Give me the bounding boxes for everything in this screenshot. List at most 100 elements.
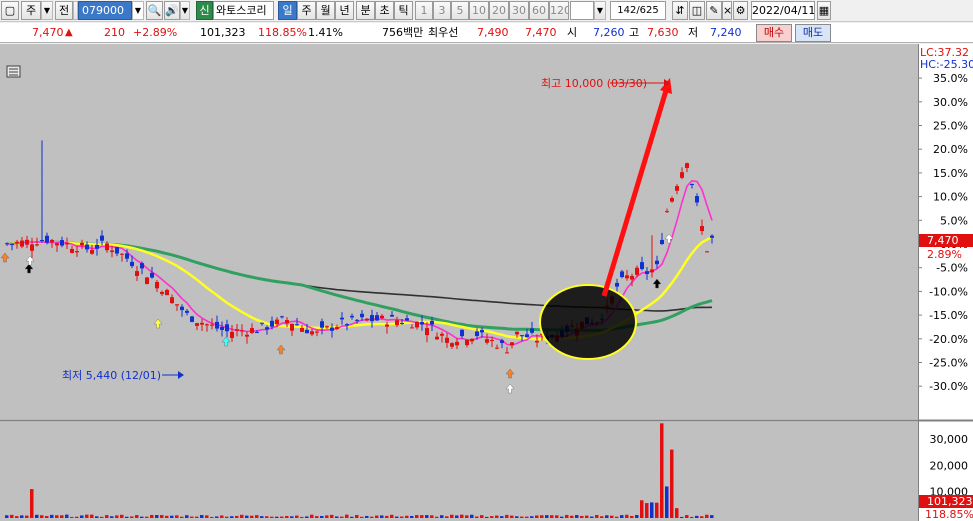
speaker-icon[interactable]: 🔊 (164, 1, 180, 20)
candle-body (305, 329, 309, 334)
period-week[interactable]: 주 (297, 1, 316, 20)
volume-bar (685, 515, 689, 518)
search-icon[interactable]: 🔍 (146, 1, 163, 20)
chevron-down-icon[interactable]: ▼ (41, 1, 53, 20)
volume-bar (695, 515, 699, 518)
volume-bar (605, 515, 609, 518)
stock-name-field[interactable]: 와토스코리 (213, 1, 274, 20)
volume-bar (520, 516, 524, 518)
chart-type-select[interactable]: 주 (21, 1, 41, 20)
volume-bar (430, 515, 434, 518)
candle-body (195, 323, 199, 326)
date-input[interactable]: 2022/04/11 (751, 1, 815, 20)
volume-plot-area[interactable] (0, 422, 918, 521)
volume-bar (445, 516, 449, 518)
volume-bar (190, 516, 194, 518)
candle-body (510, 342, 514, 346)
stock-code-input[interactable]: 079000 (78, 1, 132, 20)
interval-3[interactable]: 3 (433, 1, 451, 20)
volume-bar (675, 508, 679, 518)
period-second[interactable]: 초 (375, 1, 394, 20)
volume-bar (405, 515, 409, 518)
volume-bar (380, 515, 384, 518)
candle-body (290, 323, 294, 331)
candle-body (110, 250, 114, 253)
candle-body (130, 261, 134, 267)
indicator-settings-icon[interactable] (6, 65, 21, 78)
price-axis-label: -20.0% (929, 333, 968, 346)
volume-bar (145, 516, 149, 518)
volume-bar (400, 516, 404, 518)
volume-ratio: 118.85% (258, 26, 307, 39)
price-chart[interactable]: 35.0%30.0%25.0%20.0%15.0%10.0%5.0%0.0%-5… (0, 44, 973, 521)
volume-bar (120, 514, 124, 518)
price-axis-label: -25.0% (929, 357, 968, 370)
volume-bar (700, 516, 704, 518)
volume-bar (490, 516, 494, 518)
candle-body (100, 235, 104, 241)
turnover-pct: 1.41% (308, 26, 343, 39)
volume-bar (70, 516, 74, 518)
candle-body (280, 316, 284, 318)
interval-120[interactable]: 120 (549, 1, 569, 20)
compare-icon[interactable]: ⇵ (672, 1, 688, 20)
current-pct-tag: 2.89% (927, 248, 962, 261)
gear-icon[interactable]: ⚙ (733, 1, 748, 20)
interval-20[interactable]: 20 (489, 1, 509, 20)
candle-body (225, 324, 229, 332)
draw-icon[interactable]: ✎ (706, 1, 722, 20)
candle-body (435, 336, 439, 340)
period-year[interactable]: 년 (335, 1, 354, 20)
chevron-down-icon[interactable]: ▼ (594, 1, 606, 20)
period-tick[interactable]: 틱 (394, 1, 413, 20)
candle-body (210, 324, 214, 326)
candle-body (240, 330, 244, 332)
period-day[interactable]: 일 (278, 1, 297, 20)
chevron-down-icon[interactable]: ▼ (180, 1, 190, 20)
candle-body (445, 337, 449, 343)
period-minute[interactable]: 분 (356, 1, 375, 20)
interval-5[interactable]: 5 (451, 1, 469, 20)
low-annotation: 최저 5,440 (12/01) (62, 369, 162, 382)
candle-body (35, 244, 39, 246)
zoom-icon[interactable]: ◫ (689, 1, 705, 20)
candle-body (650, 269, 654, 273)
volume-bar (525, 516, 529, 518)
screen-icon[interactable]: ▢ (1, 1, 19, 20)
clear-icon[interactable]: ⨯ (722, 1, 732, 20)
volume-bar (345, 514, 349, 518)
volume-axis-label: 20,000 (930, 459, 969, 472)
trade-amount: 756백만 (382, 26, 424, 39)
high-price: 7,630 (647, 26, 679, 39)
volume-bar (50, 514, 54, 518)
buy-button[interactable]: 매수 (756, 24, 792, 42)
candle-body (425, 328, 429, 336)
candle-body (25, 239, 29, 245)
chart-panel[interactable]: 35.0%30.0%25.0%20.0%15.0%10.0%5.0%0.0%-5… (0, 44, 973, 521)
volume-bar (180, 516, 184, 518)
sell-button[interactable]: 매도 (795, 24, 831, 42)
volume-bar (245, 515, 249, 518)
volume-bar (40, 515, 44, 518)
interval-1[interactable]: 1 (415, 1, 433, 20)
candle-body (670, 198, 674, 202)
candle-body (245, 334, 249, 337)
price-axis-label: 25.0% (933, 120, 968, 133)
interval-60[interactable]: 60 (529, 1, 549, 20)
market-scope-button[interactable]: 전 (55, 1, 73, 20)
volume-bar (480, 515, 484, 518)
custom-interval-input[interactable] (570, 1, 594, 20)
chevron-down-icon[interactable]: ▼ (132, 1, 144, 20)
volume-bar (640, 500, 644, 518)
candle-body (410, 327, 414, 329)
period-month[interactable]: 월 (316, 1, 335, 20)
interval-30[interactable]: 30 (509, 1, 529, 20)
count-field[interactable]: 142/625 (610, 1, 666, 20)
candle-body (475, 331, 479, 337)
candle-body (105, 243, 109, 251)
volume-bar (325, 515, 329, 518)
calendar-icon[interactable]: ▦ (817, 1, 831, 20)
volume-bar (465, 515, 469, 518)
candle-body (685, 163, 689, 168)
interval-10[interactable]: 10 (469, 1, 489, 20)
